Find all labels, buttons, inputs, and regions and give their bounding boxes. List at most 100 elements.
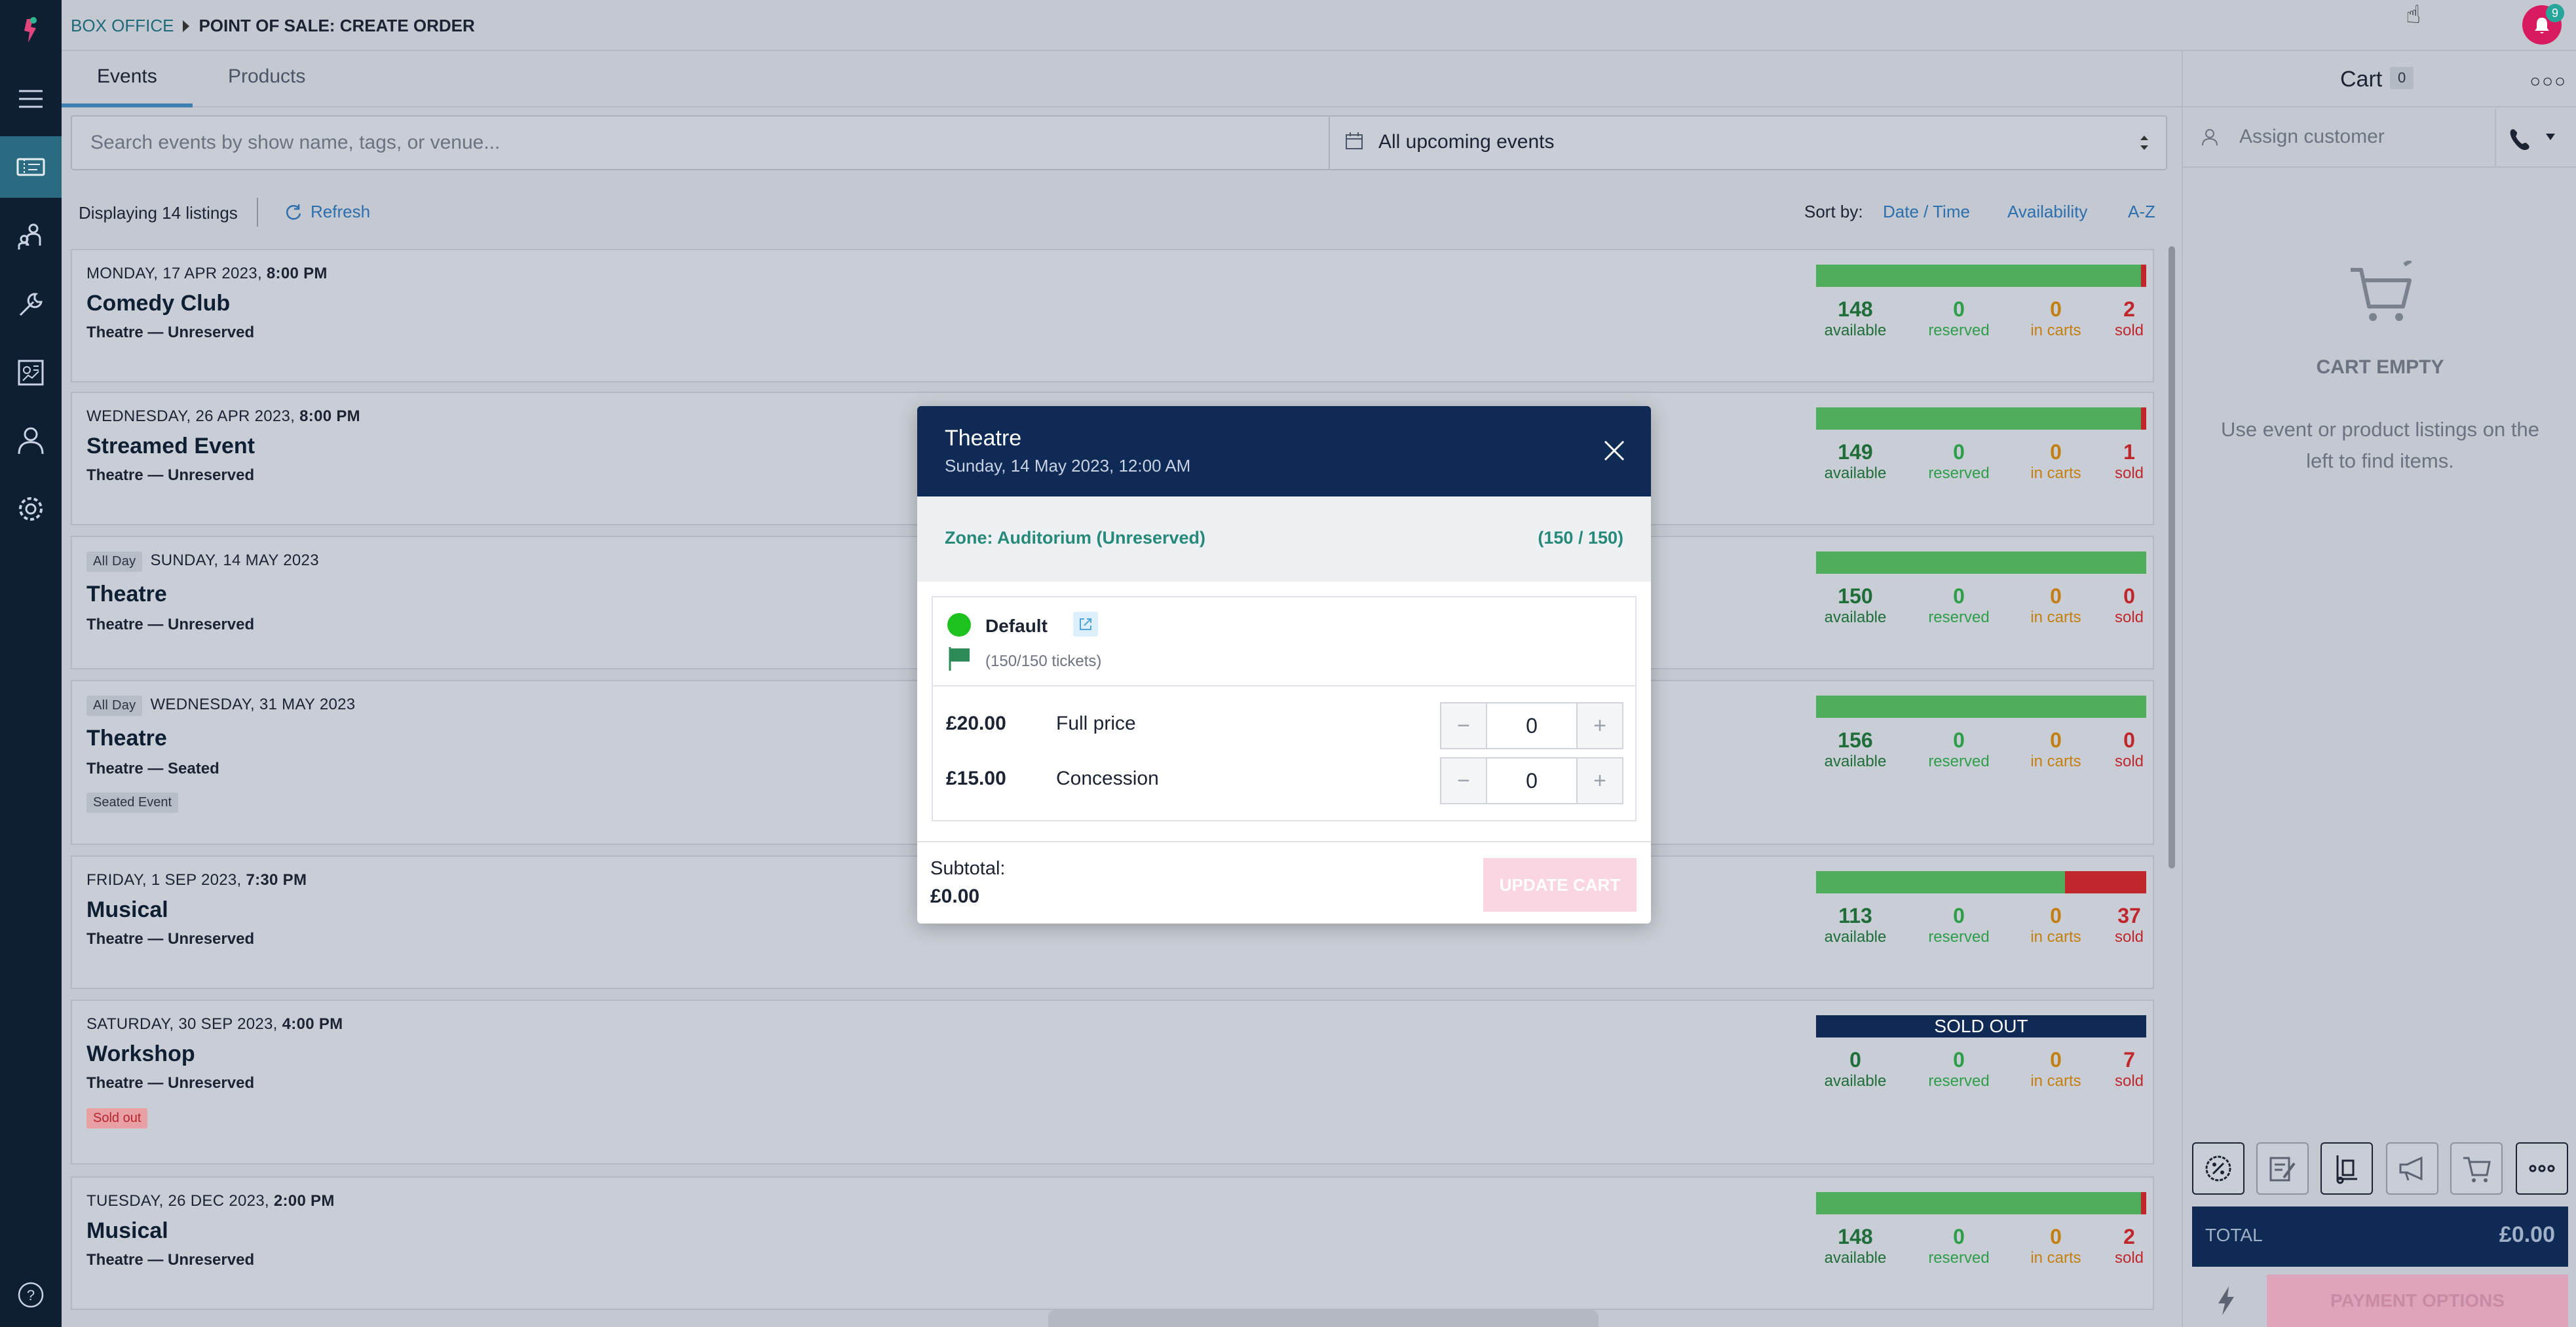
listing-toolbar: Displaying 14 listings Refresh Sort by: … [62,186,2182,252]
wrench-icon[interactable] [0,274,62,335]
promotion-button[interactable] [2386,1142,2438,1195]
sold-count-value: 2 [2123,297,2135,321]
sort-a-z[interactable]: A-Z [2128,202,2155,222]
event-venue: Theatre — Unreserved [86,616,255,633]
sort-date-time[interactable]: Date / Time [1883,202,1970,222]
external-link-button[interactable] [1073,612,1098,637]
cart-panel: Cart 0 ○○○ Assign customer CART EMPTY Us… [2182,51,2576,1327]
people-icon[interactable] [0,206,62,267]
notes-button[interactable] [2256,1142,2309,1195]
sold-count-label: sold [2114,1249,2144,1267]
ticket-icon[interactable] [0,136,62,198]
availability-bar: SOLD OUT [1816,1015,2146,1037]
zone-capacity: (150 / 150) [1538,528,1623,548]
listing-scrollbar-thumb[interactable] [2169,246,2175,869]
page-title: POINT OF SALE: CREATE ORDER [199,16,475,35]
available-count-value: 0 [1849,1048,1861,1072]
reports-icon[interactable] [0,342,62,403]
tab-events[interactable]: Events [97,65,157,88]
refresh-button[interactable]: Refresh [284,202,370,222]
availability-stats: 148 available 0 reserved 0 in carts 2 sold [1816,297,2146,343]
megaphone-icon [2399,1156,2423,1181]
event-filter-select[interactable]: All upcoming events [1329,117,2167,169]
event-tag: Seated Event [86,793,179,813]
available-count-label: available [1824,608,1887,626]
sold-count-label: sold [2114,464,2144,482]
phone-lookup-button[interactable] [2495,109,2576,168]
in-carts-count-value: 0 [2050,1225,2062,1248]
event-listing[interactable]: SATURDAY, 30 SEP 2023, 4:00 PM Workshop Th… [71,1000,2154,1165]
quantity-input[interactable] [1486,758,1578,803]
event-venue: Theatre — Seated [86,760,219,777]
breadcrumb-section[interactable]: BOX OFFICE [71,16,174,36]
more-tools-button[interactable] [2516,1142,2568,1195]
delivery-button[interactable] [2320,1142,2373,1195]
update-cart-button[interactable]: UPDATE CART [1483,858,1637,912]
decrement-button[interactable]: − [1441,703,1486,748]
app-logo[interactable] [0,0,62,62]
availability-stats: 150 available 0 reserved 0 in carts 0 sold [1816,584,2146,630]
menu-icon[interactable] [0,68,62,130]
sold-count-label: sold [2114,1072,2144,1090]
allocation-name: Default [985,616,1048,636]
payment-row: PAYMENT OPTIONS [2192,1275,2568,1327]
event-name: Theatre [86,582,167,607]
saved-carts-button[interactable] [2450,1142,2503,1195]
decrement-button[interactable]: − [1441,758,1486,803]
availability-stats: 149 available 0 reserved 0 in carts 1 sold [1816,440,2146,486]
event-time: 7:30 PM [246,871,307,889]
sort-label: Sort by: [1804,202,1863,221]
reserved-count: 0 reserved [1920,584,1998,627]
in-carts-count: 0 in carts [2017,1048,2095,1091]
available-count: 113 available [1816,904,1895,946]
tab-products[interactable]: Products [228,65,305,88]
reserved-count-value: 0 [1953,728,1965,752]
reserved-count: 0 reserved [1920,297,1998,340]
assign-customer-field[interactable]: Assign customer [2183,109,2576,168]
search-input[interactable] [72,117,1327,169]
event-date-text: WEDNESDAY, 26 APR 2023, [86,407,300,425]
increment-button[interactable]: + [1578,758,1622,803]
price-row-full: £20.00 Full price − + [933,700,1635,752]
select-arrows-icon [2140,136,2148,150]
in-carts-count-label: in carts [2030,928,2081,946]
flag-icon [949,647,970,671]
bottom-edge [1048,1310,1599,1327]
event-listing[interactable]: TUESDAY, 26 DEC 2023, 2:00 PM Musical Thea… [71,1176,2154,1310]
in-carts-count: 0 in carts [2017,728,2095,771]
price-amount: £20.00 [946,713,1006,734]
increment-button[interactable]: + [1578,703,1622,748]
discount-button[interactable] [2192,1142,2245,1195]
quantity-input[interactable] [1486,703,1578,748]
sort-availability[interactable]: Availability [2007,202,2087,222]
user-icon[interactable] [0,410,62,472]
available-count-label: available [1824,753,1887,770]
event-listing[interactable]: MONDAY, 17 APR 2023, 8:00 PM Comedy Club T… [71,249,2154,383]
status-dot-icon [947,613,971,637]
payment-options-button[interactable]: PAYMENT OPTIONS [2267,1275,2568,1327]
sold-segment [2141,407,2146,430]
notifications-button[interactable]: 9 [2522,4,2564,45]
quick-pay-button[interactable] [2192,1275,2260,1327]
event-time: 2:00 PM [273,1192,335,1210]
help-icon[interactable]: ? [0,1264,62,1326]
reserved-count: 0 reserved [1920,728,1998,771]
close-button[interactable] [1599,435,1630,466]
all-day-badge: All Day [86,551,143,572]
refresh-icon [286,204,301,219]
available-count: 148 available [1816,297,1895,340]
event-time: 4:00 PM [282,1015,343,1033]
availability-stats: 113 available 0 reserved 0 in carts 37 sold [1816,904,2146,950]
event-name: Musical [86,1218,168,1243]
gear-icon[interactable] [0,478,62,540]
sold-count-label: sold [2114,322,2144,339]
cart-count-badge: 0 [2390,67,2414,89]
footer-divider [917,841,1651,842]
in-carts-count-label: in carts [2030,322,2081,339]
price-amount: £15.00 [946,768,1006,789]
sold-count-value: 0 [2123,584,2135,608]
sold-count-value: 7 [2123,1048,2135,1072]
more-options-icon[interactable]: ○○○ [2529,71,2567,92]
event-venue: Theatre — Unreserved [86,466,255,484]
in-carts-count-value: 0 [2050,1048,2062,1072]
